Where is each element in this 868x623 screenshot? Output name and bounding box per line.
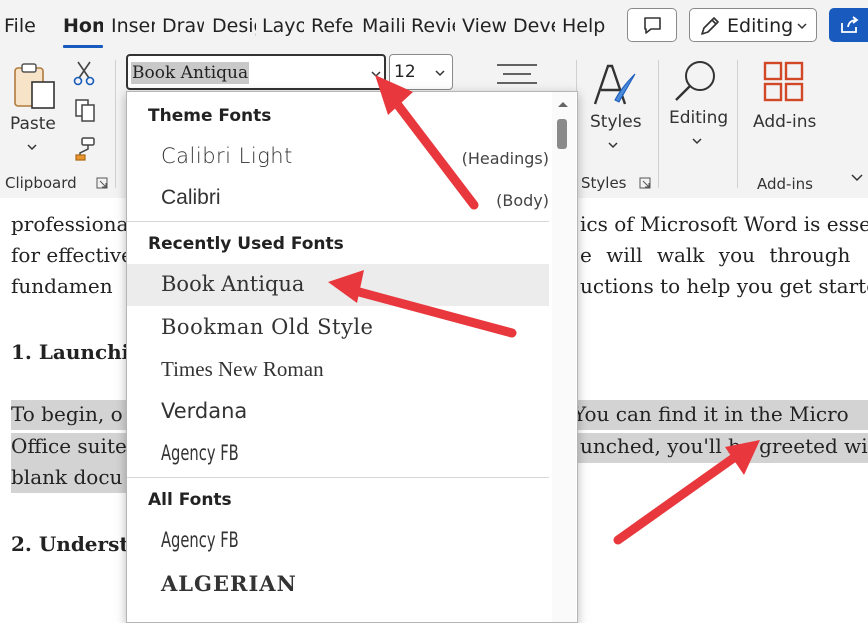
chevron-down-icon (608, 142, 618, 149)
recent-fonts-header: Recently Used Fonts (148, 234, 344, 254)
group-divider (737, 60, 738, 188)
dialog-launcher-icon[interactable] (96, 177, 108, 189)
add-ins-label: Add-ins (753, 112, 817, 132)
share-button[interactable] (829, 8, 868, 42)
font-option-name: ALGERIAN (161, 571, 297, 596)
font-option-agency-fb[interactable]: Agency FB (127, 433, 549, 475)
font-name-value[interactable]: Book Antiqua (131, 62, 250, 84)
editing-label: Editing (669, 108, 729, 128)
add-ins-group-label: Add-ins (757, 175, 813, 193)
tab-help[interactable]: Help (562, 15, 612, 37)
theme-fonts-header: Theme Fonts (148, 106, 272, 126)
active-tab-indicator (63, 45, 103, 48)
add-ins-button[interactable]: Add-ins (750, 58, 820, 156)
font-option-calibri-light[interactable]: Calibri Light (Headings) (127, 136, 549, 178)
doc-line: e will walk you through (580, 243, 851, 267)
all-fonts-header: All Fonts (148, 490, 232, 510)
tab-draw[interactable]: Draw (162, 15, 204, 37)
tab-insert[interactable]: Insert (111, 15, 155, 37)
tab-design[interactable]: Design (212, 15, 256, 37)
dropdown-divider (127, 221, 549, 222)
tab-review[interactable]: Review (411, 15, 455, 37)
doc-line: professiona (11, 212, 129, 236)
doc-line: for effective (11, 243, 134, 267)
group-divider (658, 60, 659, 188)
annotation-arrow (613, 447, 747, 545)
font-option-name: Calibri (161, 186, 221, 209)
font-option-name: Agency FB (161, 528, 239, 552)
align-center-icon[interactable] (495, 62, 539, 88)
collapse-ribbon-icon[interactable] (850, 172, 864, 184)
font-option-times-new-roman[interactable]: Times New Roman (127, 349, 549, 391)
comments-button[interactable] (627, 8, 677, 42)
font-option-name: Calibri Light (161, 144, 293, 168)
styles-button[interactable]: Styles (585, 60, 643, 158)
doc-line: uctions to help you get starte (580, 274, 868, 298)
cut-icon[interactable] (73, 60, 95, 86)
tab-mailings[interactable]: Mailings (362, 15, 404, 37)
font-option-bookman-old-style[interactable]: Bookman Old Style (127, 307, 549, 349)
font-option-book-antiqua[interactable]: Book Antiqua (127, 264, 549, 306)
tab-references[interactable]: References (311, 15, 355, 37)
add-ins-icon (763, 61, 804, 102)
scrollbar-thumb[interactable] (557, 119, 567, 149)
comment-icon (644, 17, 661, 34)
tab-home[interactable]: Home (63, 15, 103, 37)
chevron-down-icon (797, 23, 807, 30)
doc-line: Office suite (11, 434, 127, 458)
font-option-name: Bookman Old Style (161, 315, 374, 339)
font-size-combobox[interactable]: 12 (389, 54, 453, 90)
tab-layout[interactable]: Layout (262, 15, 304, 37)
clipboard-group-label: Clipboard (5, 174, 77, 192)
group-divider (115, 60, 116, 188)
styles-group-label: Styles (581, 174, 627, 192)
chevron-down-icon (27, 144, 37, 151)
editing-mode-label: Editing (727, 15, 794, 37)
font-option-tag: (Body) (496, 191, 549, 210)
tab-view[interactable]: View (462, 15, 506, 37)
styles-label: Styles (590, 112, 642, 132)
doc-line: ics of Microsoft Word is essen (580, 212, 868, 236)
copy-icon[interactable] (73, 98, 97, 124)
styles-icon (593, 64, 636, 105)
search-icon (675, 61, 715, 101)
editing-mode-button[interactable]: Editing (689, 8, 817, 42)
dropdown-divider (127, 477, 549, 478)
font-size-value[interactable]: 12 (394, 62, 416, 82)
doc-heading: 2. Understa (11, 532, 142, 556)
font-option-tag: (Headings) (461, 149, 549, 168)
doc-line: You can find it in the Micro (573, 402, 849, 426)
doc-line: fundamen (11, 274, 113, 298)
font-dropdown-list[interactable]: Theme Fonts Calibri Light (Headings) Cal… (126, 91, 578, 623)
font-option-name: Verdana (161, 399, 248, 423)
font-name-combobox[interactable]: Book Antiqua (126, 54, 386, 90)
paste-button[interactable]: Paste (8, 60, 58, 158)
chevron-down-icon (692, 138, 702, 145)
format-painter-icon[interactable] (72, 136, 98, 162)
editing-button[interactable]: Editing (664, 58, 730, 156)
font-option-agency-fb[interactable]: Agency FB (127, 520, 549, 562)
scroll-up-icon[interactable] (557, 100, 569, 108)
chevron-down-icon[interactable] (370, 69, 382, 79)
doc-line: blank docu (11, 465, 123, 489)
font-option-name: Agency FB (161, 441, 239, 465)
doc-heading: 1. Launchi (11, 340, 130, 364)
paste-label: Paste (10, 114, 56, 134)
font-option-name: Times New Roman (161, 357, 324, 381)
font-option-name: Book Antiqua (161, 272, 305, 296)
share-icon (841, 16, 859, 33)
font-option-calibri[interactable]: Calibri (Body) (127, 178, 549, 220)
dialog-launcher-icon[interactable] (639, 177, 651, 189)
tab-file[interactable]: File (4, 15, 44, 37)
doc-line: unched, you'll be greeted wi (580, 434, 868, 458)
chevron-down-icon[interactable] (434, 68, 446, 78)
tab-developer[interactable]: Developer (513, 15, 555, 37)
clipboard-icon (14, 63, 55, 109)
font-option-verdana[interactable]: Verdana (127, 391, 549, 433)
doc-line: To begin, o (11, 402, 123, 426)
dropdown-scrollbar[interactable] (552, 92, 576, 622)
pencil-icon (701, 17, 719, 35)
font-option-algerian[interactable]: ALGERIAN (127, 563, 549, 605)
